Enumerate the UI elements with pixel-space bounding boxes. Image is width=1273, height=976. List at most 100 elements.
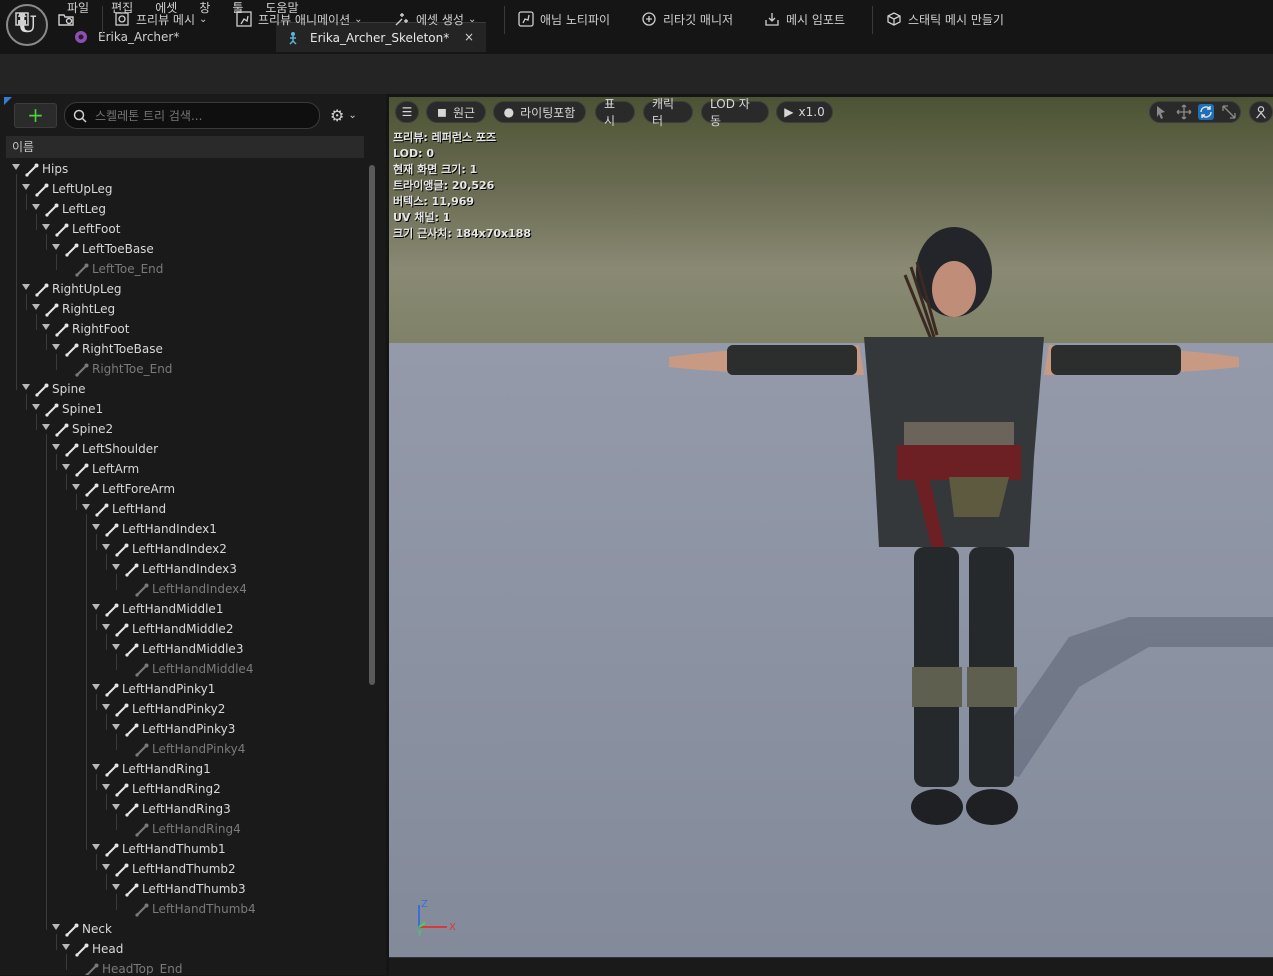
scale-icon[interactable] [1221,104,1237,120]
anim-notify-button[interactable]: 애님 노티파이 [518,6,610,32]
bone-row[interactable]: LeftFoot [0,220,365,240]
expand-arrow-icon[interactable] [112,884,120,890]
expand-arrow-icon[interactable] [22,384,30,390]
camera-options-button[interactable] [1249,101,1273,123]
expand-arrow-icon[interactable] [92,684,100,690]
bone-row[interactable]: Head [0,940,365,960]
expand-arrow-icon[interactable] [102,624,110,630]
bone-row[interactable]: LeftToe_End [0,260,365,280]
expand-arrow-icon[interactable] [92,764,100,770]
bone-row[interactable]: LeftHandMiddle4 [0,660,365,680]
bone-row[interactable]: LeftLeg [0,200,365,220]
bone-row[interactable]: RightToeBase [0,340,365,360]
column-header-name[interactable]: 이름 [6,136,364,158]
expand-arrow-icon[interactable] [102,704,110,710]
bone-row[interactable]: HeadTop_End [0,960,365,975]
bone-row[interactable]: RightLeg [0,300,365,320]
expand-arrow-icon[interactable] [62,944,70,950]
bone-row[interactable]: LeftHandPinky4 [0,740,365,760]
retarget-manager-button[interactable]: 리타깃 매니저 [641,6,733,32]
bone-row[interactable]: LeftHandThumb1 [0,840,365,860]
preview-animation-dropdown[interactable]: 프리뷰 애니메이션 ⌄ [236,6,363,32]
rotate-icon[interactable] [1198,104,1215,120]
show-button[interactable]: 표시 [595,97,635,128]
bone-row[interactable]: LeftHandMiddle3 [0,640,365,660]
expand-arrow-icon[interactable] [32,204,40,210]
character-button[interactable]: 캐릭터 [643,97,693,128]
bone-row[interactable]: Spine [0,380,365,400]
expand-arrow-icon[interactable] [112,644,120,650]
bone-row[interactable]: LeftHandPinky3 [0,720,365,740]
expand-arrow-icon[interactable] [52,924,60,930]
bone-row[interactable]: LeftHandIndex3 [0,560,365,580]
make-static-mesh-button[interactable]: 스태틱 메시 만들기 [886,6,1004,32]
bone-row[interactable]: LeftUpLeg [0,180,365,200]
expand-arrow-icon[interactable] [102,784,110,790]
bone-row[interactable]: LeftShoulder [0,440,365,460]
expand-arrow-icon[interactable] [112,804,120,810]
expand-arrow-icon[interactable] [12,164,20,170]
tree-scrollbar-thumb[interactable] [369,165,375,685]
perspective-button[interactable]: ◼ 원근 [426,101,486,123]
bone-row[interactable]: RightToe_End [0,360,365,380]
expand-arrow-icon[interactable] [62,464,70,470]
expand-arrow-icon[interactable] [42,424,50,430]
settings-dropdown[interactable]: ⚙ ⌄ [330,105,370,125]
bone-row[interactable]: Hips [0,160,365,180]
bone-row[interactable]: LeftHandThumb2 [0,860,365,880]
bone-row[interactable]: LeftHandIndex2 [0,540,365,560]
expand-arrow-icon[interactable] [82,504,90,510]
expand-arrow-icon[interactable] [92,604,100,610]
translate-icon[interactable] [1176,104,1192,120]
bone-row[interactable]: LeftHandRing3 [0,800,365,820]
expand-arrow-icon[interactable] [52,244,60,250]
bone-row[interactable]: LeftHandRing1 [0,760,365,780]
bone-row[interactable]: LeftForeArm [0,480,365,500]
expand-arrow-icon[interactable] [112,564,120,570]
expand-arrow-icon[interactable] [102,864,110,870]
bone-row[interactable]: LeftHandMiddle2 [0,620,365,640]
expand-arrow-icon[interactable] [42,324,50,330]
close-tab-icon[interactable]: × [464,30,474,44]
bone-row[interactable]: LeftHandThumb3 [0,880,365,900]
expand-arrow-icon[interactable] [32,304,40,310]
expand-arrow-icon[interactable] [102,544,110,550]
bone-row[interactable]: RightFoot [0,320,365,340]
expand-arrow-icon[interactable] [52,444,60,450]
bone-row[interactable]: LeftToeBase [0,240,365,260]
skeleton-search-box[interactable] [64,102,320,129]
expand-arrow-icon[interactable] [72,484,80,490]
bone-row[interactable]: LeftHandPinky2 [0,700,365,720]
expand-arrow-icon[interactable] [112,724,120,730]
bone-row[interactable]: Spine2 [0,420,365,440]
expand-arrow-icon[interactable] [22,184,30,190]
lod-auto-button[interactable]: LOD 자동 [701,97,769,128]
bone-row[interactable]: LeftHandRing4 [0,820,365,840]
bone-row[interactable]: LeftHandIndex4 [0,580,365,600]
save-button[interactable] [14,6,36,32]
expand-arrow-icon[interactable] [32,404,40,410]
expand-arrow-icon[interactable] [92,524,100,530]
import-mesh-button[interactable]: 메시 임포트 [764,6,845,32]
bone-row[interactable]: LeftHandIndex1 [0,520,365,540]
bone-row[interactable]: LeftHand [0,500,365,520]
expand-arrow-icon[interactable] [22,284,30,290]
bone-row[interactable]: LeftHandThumb4 [0,900,365,920]
expand-arrow-icon[interactable] [92,844,100,850]
browse-asset-button[interactable] [58,6,80,32]
skeleton-search-input[interactable] [93,107,317,124]
preview-mesh-dropdown[interactable]: 프리뷰 메시 ⌄ [114,6,207,32]
expand-arrow-icon[interactable] [52,344,60,350]
bone-row[interactable]: LeftHandPinky1 [0,680,365,700]
bone-row[interactable]: LeftHandMiddle1 [0,600,365,620]
lighting-mode-button[interactable]: ● 라이팅포함 [493,101,586,123]
bone-row[interactable]: Spine1 [0,400,365,420]
bone-row[interactable]: LeftHandRing2 [0,780,365,800]
select-arrow-icon[interactable] [1153,104,1169,120]
expand-arrow-icon[interactable] [42,224,50,230]
add-button[interactable]: + [14,103,57,128]
viewport-options-button[interactable]: ☰ [395,101,419,123]
bone-row[interactable]: LeftArm [0,460,365,480]
bone-row[interactable]: Neck [0,920,365,940]
bone-row[interactable]: RightUpLeg [0,280,365,300]
